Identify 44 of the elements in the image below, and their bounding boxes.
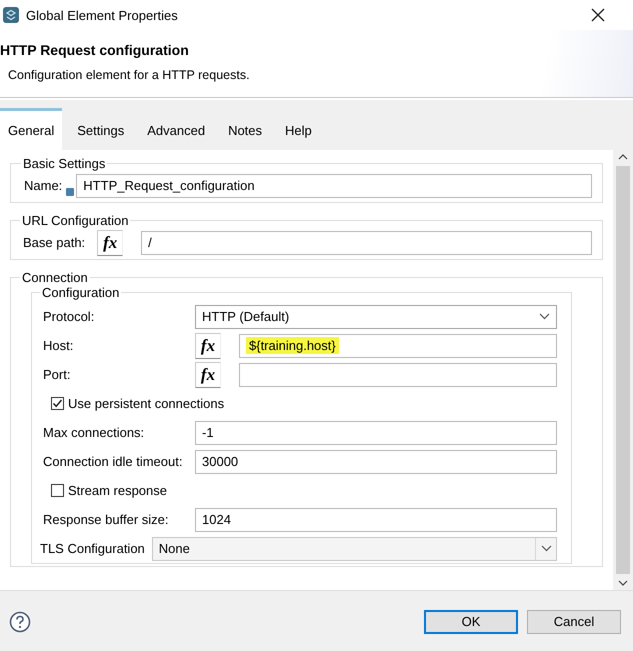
field-label: Base path: [23, 235, 86, 250]
dialog-description: Configuration element for a HTTP requests. [8, 68, 250, 82]
expression-button[interactable]: fx [195, 362, 221, 388]
tab[interactable]: Settings [69, 108, 132, 150]
window-title: Global Element Properties [26, 8, 178, 22]
group-label: URL Configuration [21, 213, 130, 228]
ok-button[interactable]: OK [424, 610, 518, 634]
combo-box[interactable]: None [152, 536, 557, 560]
dialog-heading: HTTP Request configuration [0, 42, 189, 58]
expression-button[interactable]: fx [195, 332, 221, 358]
input-field[interactable]: / [141, 230, 592, 254]
field-label: Response buffer size: [43, 512, 170, 527]
input-field[interactable]: ${training.host} [239, 334, 557, 358]
app-icon [3, 7, 19, 23]
input-field[interactable] [239, 362, 557, 386]
scrollbar-thumb[interactable] [616, 166, 630, 574]
cancel-button[interactable]: Cancel [527, 610, 621, 634]
help-icon[interactable] [9, 610, 31, 632]
checkbox-label: Stream response [68, 483, 167, 498]
checkbox-label: Use persistent connections [68, 396, 224, 411]
input-field[interactable]: -1 [195, 420, 557, 444]
group-label: Basic Settings [22, 156, 106, 171]
checkbox[interactable] [51, 484, 64, 497]
group-label: Connection [21, 270, 89, 285]
field-label: TLS Configuration [40, 541, 145, 556]
tab[interactable]: Notes [220, 108, 270, 150]
checkbox[interactable] [51, 397, 64, 410]
input-field[interactable]: 1024 [195, 508, 557, 532]
expression-button[interactable]: fx [97, 230, 124, 256]
group-label: Configuration [41, 285, 120, 300]
tab[interactable]: Help [277, 108, 320, 150]
chevron-down-icon [540, 545, 552, 552]
tab[interactable]: General [0, 108, 62, 150]
field-label: Name: [24, 178, 62, 193]
field-label: Connection idle timeout: [43, 454, 184, 469]
input-field[interactable]: HTTP_Request_configuration [76, 174, 592, 198]
field-label: Max connections: [43, 425, 146, 440]
field-label: Host: [43, 338, 74, 353]
field-label: Port: [43, 367, 72, 382]
dropdown[interactable]: HTTP (Default) [195, 304, 557, 328]
input-field[interactable]: 30000 [195, 450, 557, 474]
tab[interactable]: Advanced [139, 108, 214, 150]
chevron-down-icon [539, 313, 550, 320]
field-label: Protocol: [43, 309, 96, 324]
